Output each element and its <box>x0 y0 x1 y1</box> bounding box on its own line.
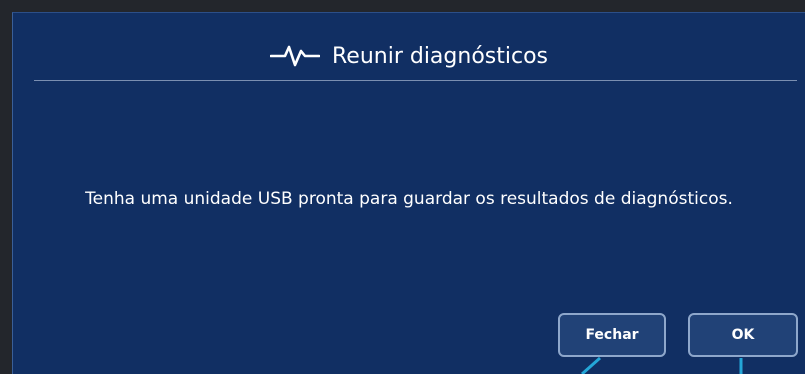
dialog-message: Tenha uma unidade USB pronta para guarda… <box>85 189 733 209</box>
dialog-title: Reunir diagnósticos <box>331 43 548 69</box>
ok-button[interactable]: OK <box>688 313 798 357</box>
close-button[interactable]: Fechar <box>558 313 666 357</box>
title-divider <box>34 80 797 81</box>
dialog-title-row: Reunir diagnósticos <box>13 36 805 76</box>
pulse-icon <box>269 45 320 67</box>
diagnostics-dialog: Reunir diagnósticos Tenha uma unidade US… <box>12 12 805 374</box>
